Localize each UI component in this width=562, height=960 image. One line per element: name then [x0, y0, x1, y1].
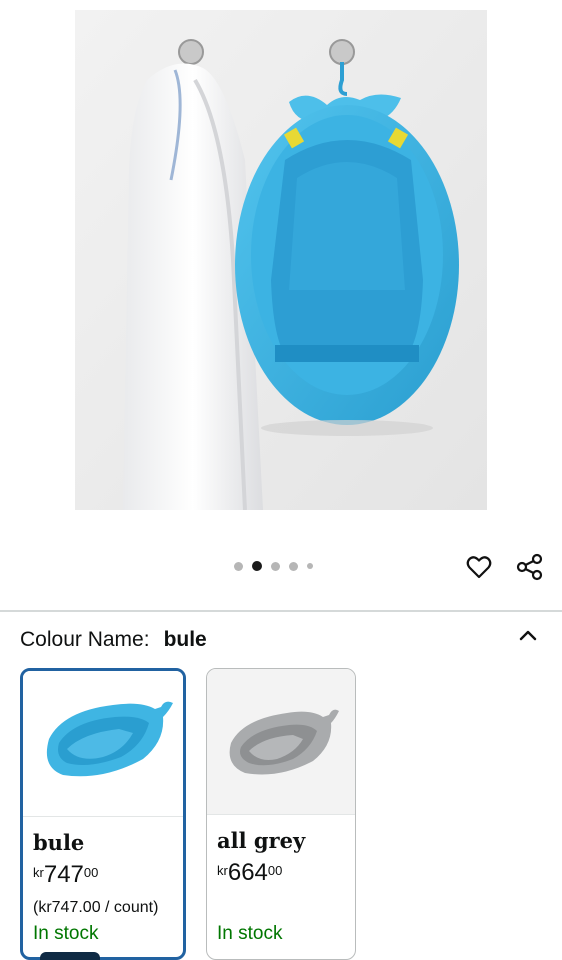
colour-option-bule[interactable]: bule kr 747 00 (kr747.00 / count) In sto…: [20, 668, 186, 960]
option-name: bule: [33, 830, 85, 855]
colour-option-all-grey[interactable]: all grey kr 664 00 In stock: [206, 668, 356, 960]
option-name: all grey: [217, 828, 306, 853]
variation-selected-value: bule: [163, 628, 207, 651]
share-icon[interactable]: [516, 553, 544, 581]
price-whole: 664: [227, 859, 268, 886]
unit-price: (kr747.00 / count): [33, 899, 159, 916]
bottom-bar-edge: [40, 952, 100, 960]
price-fraction: 00: [267, 863, 283, 878]
stock-status: In stock: [33, 923, 99, 944]
price-whole: 747: [43, 861, 84, 888]
option-thumbnail: [23, 671, 183, 817]
option-price: kr 747 00: [33, 863, 183, 887]
option-thumbnail: [207, 669, 355, 815]
carousel-dot[interactable]: [234, 561, 243, 571]
carousel-dot[interactable]: [271, 561, 280, 571]
blue-tub-thumbnail: [46, 701, 173, 777]
variation-header[interactable]: Colour Name: bule: [20, 628, 207, 652]
option-price: kr 664 00: [217, 861, 355, 885]
carousel-dot[interactable]: [307, 563, 313, 569]
product-image[interactable]: [75, 10, 487, 510]
carousel-dot-active[interactable]: [252, 561, 262, 571]
carousel-dot[interactable]: [289, 561, 298, 571]
carousel-indicator[interactable]: [234, 558, 330, 574]
price-currency: kr: [33, 865, 44, 880]
section-divider: [0, 610, 562, 612]
price-fraction: 00: [83, 865, 99, 880]
stock-status: In stock: [217, 923, 283, 944]
product-photo: [75, 10, 487, 510]
heart-icon[interactable]: [466, 554, 492, 580]
price-currency: kr: [217, 863, 228, 878]
grey-tub-thumbnail: [229, 709, 339, 775]
chevron-up-icon[interactable]: [517, 627, 539, 643]
variation-label: Colour Name:: [20, 628, 150, 651]
